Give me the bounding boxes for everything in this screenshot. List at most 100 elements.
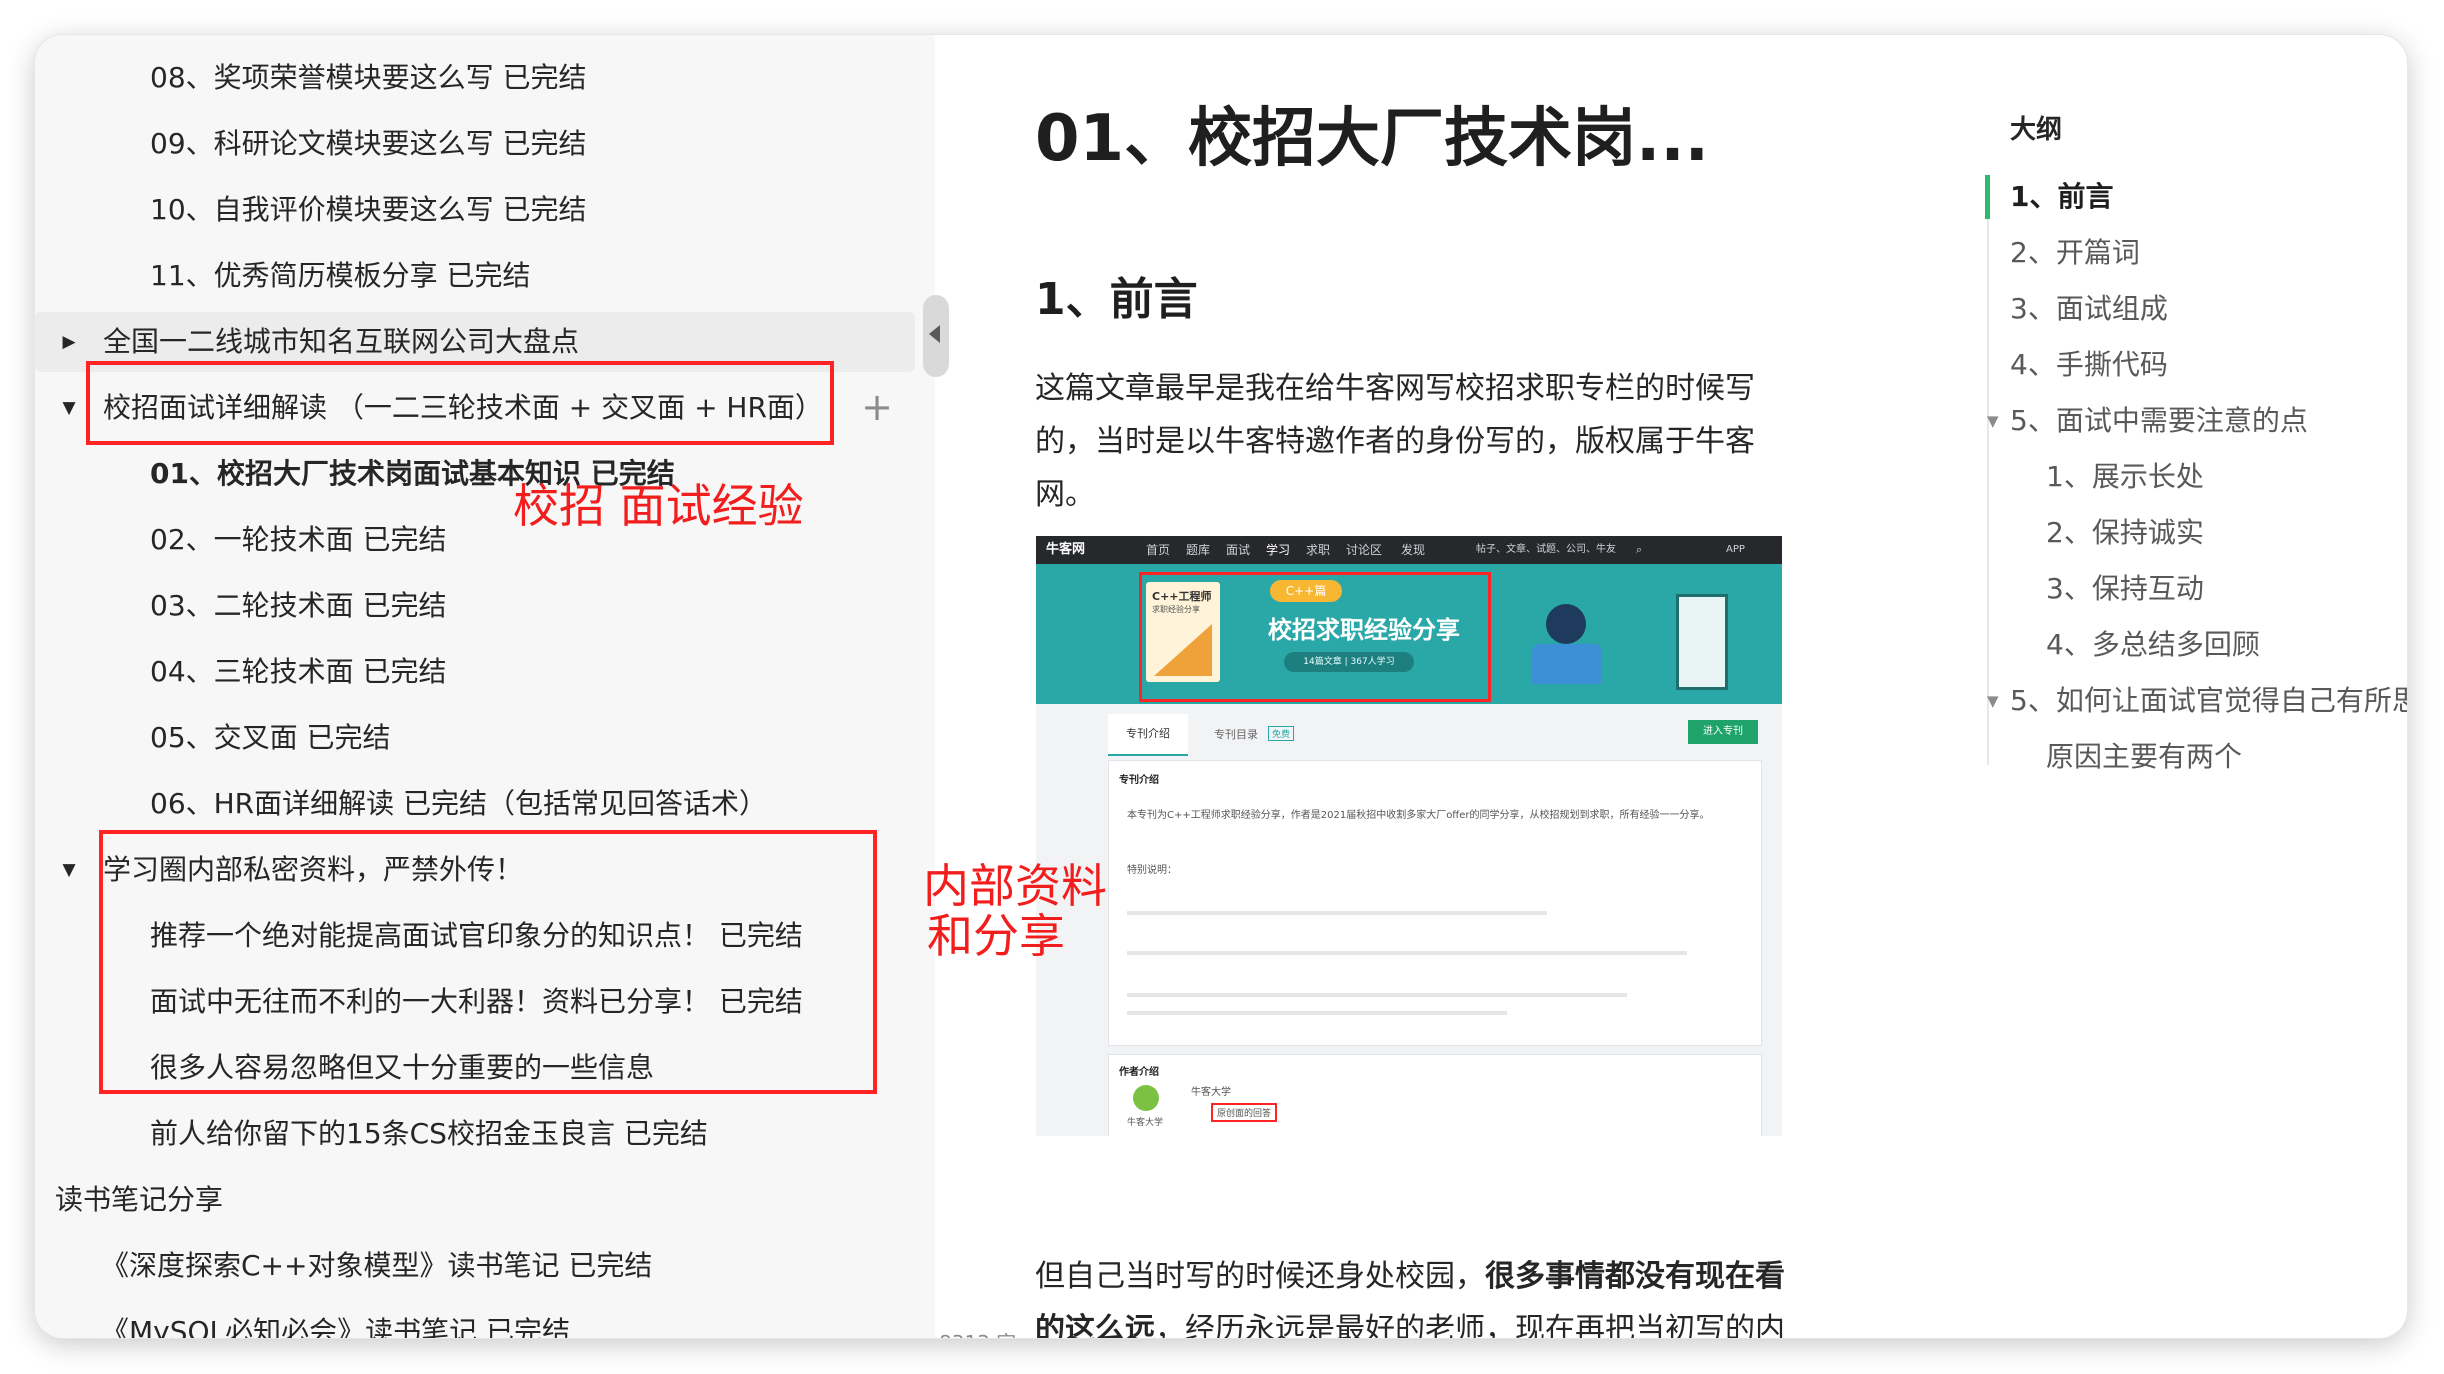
outline-item-notes[interactable]: 5、面试中需要注意的点: [2010, 393, 2308, 449]
collapse-left-icon: [929, 325, 940, 343]
sidebar-item-hr[interactable]: 06、HR面详细解读 已完结（包括常见回答话术）: [150, 774, 767, 834]
embedded-shelf-graphic: [1676, 594, 1728, 690]
embedded-section-author: 作者介绍: [1119, 1067, 1159, 1078]
paragraph-text: ，经历永远是最好的老师，现在再把当初写的内: [1155, 1312, 1785, 1338]
sidebar-item-awards[interactable]: 08、奖项荣誉模块要这么写 已完结: [150, 48, 587, 108]
embedded-search-hint: 帖子、文章、试题、公司、牛友: [1476, 544, 1616, 555]
annotation-label-interview: 校招 面试经验: [513, 479, 804, 533]
add-page-button[interactable]: +: [857, 387, 897, 427]
sidebar-item-label: 《MySQL必知必会》读书笔记 已完结: [101, 1315, 571, 1338]
embedded-highlight-box: [1139, 572, 1491, 702]
outline-panel: 大纲 1、前言 2、开篇词 3、面试组成 4、手撕代码 ▼ 5、面试中需要注意的…: [1925, 35, 2407, 1338]
collapse-arrow-icon[interactable]: ▼: [59, 378, 79, 438]
embedded-tab-toc: 专刊目录: [1214, 728, 1258, 741]
outline-item-thinking[interactable]: 5、如何让面试官觉得自己有所思考?: [2010, 673, 2407, 729]
embedded-nav-item: 求职: [1306, 543, 1331, 557]
outline-item-review[interactable]: 4、多总结多回顾: [2046, 617, 2260, 673]
embedded-author-name: 牛客大学: [1191, 1087, 1231, 1098]
embedded-nav-item: 发现: [1401, 543, 1426, 557]
sidebar-item-label: 03、二轮技术面 已完结: [150, 589, 447, 622]
sidebar-item-label: 10、自我评价模块要这么写 已完结: [150, 193, 587, 226]
embedded-text-line: [1127, 911, 1547, 915]
outline-item-opening[interactable]: 2、开篇词: [2010, 225, 2140, 281]
sidebar-item-round3[interactable]: 04、三轮技术面 已完结: [150, 642, 447, 702]
embedded-site-name: 牛客网: [1046, 542, 1086, 557]
embedded-app-label: APP: [1726, 544, 1745, 555]
sidebar-item-label: 05、交叉面 已完结: [150, 721, 391, 754]
outline-collapse-icon[interactable]: ▼: [1987, 393, 1999, 449]
embedded-nav-item: 讨论区: [1346, 543, 1383, 557]
outline-title: 大纲: [2010, 115, 2063, 145]
collapse-arrow-icon[interactable]: ▼: [59, 840, 79, 900]
app-window: 08、奖项荣誉模块要这么写 已完结 09、科研论文模块要这么写 已完结 10、自…: [35, 35, 2407, 1338]
sidebar-item-round1[interactable]: 02、一轮技术面 已完结: [150, 510, 447, 570]
document-body: 01、校招大厂技术岗... 1、前言 这篇文章最早是我在给牛客网写校招求职专栏的…: [935, 35, 1925, 1338]
paragraph-intro: 这篇文章最早是我在给牛客网写校招求职专栏的时候写的，当时是以牛客特邀作者的身份写…: [1035, 371, 1755, 512]
embedded-author-logo: [1133, 1085, 1159, 1111]
embedded-nav-item: 题库: [1186, 543, 1211, 557]
sidebar-item-label: 《深度探索C++对象模型》读书笔记 已完结: [101, 1249, 653, 1282]
embedded-nav-item: 学习: [1266, 543, 1291, 557]
embedded-nav-item: 面试: [1226, 543, 1251, 557]
sidebar-item-self-eval[interactable]: 10、自我评价模块要这么写 已完结: [150, 180, 587, 240]
page-title: 01、校招大厂技术岗...: [1035, 102, 1709, 176]
embedded-tab-intro: 专刊介绍: [1108, 714, 1188, 756]
outline-item-preface[interactable]: 1、前言: [2010, 169, 2113, 225]
sidebar-item-cpp-notes[interactable]: 《深度探索C++对象模型》读书笔记 已完结: [101, 1236, 652, 1296]
outline-item-strengths[interactable]: 1、展示长处: [2046, 449, 2204, 505]
embedded-join-button: 进入专刊: [1688, 720, 1758, 744]
annotation-label-internal-2: 和分享: [927, 909, 1065, 963]
embedded-tabs: 专刊介绍 专刊目录 免费 进入专刊: [1036, 704, 1782, 760]
sidebar-item-advice[interactable]: 前人给你留下的15条CS校招金玉良言 已完结: [150, 1104, 708, 1164]
expand-arrow-icon[interactable]: ▶: [59, 312, 79, 372]
sidebar-item-mysql-notes[interactable]: 《MySQL必知必会》读书笔记 已完结: [101, 1302, 570, 1338]
outline-item-interaction[interactable]: 3、保持互动: [2046, 561, 2204, 617]
sidebar-item-round2[interactable]: 03、二轮技术面 已完结: [150, 576, 447, 636]
annotation-box-interview: [86, 361, 834, 445]
embedded-text-line: [1127, 1011, 1507, 1015]
sidebar-item-cross[interactable]: 05、交叉面 已完结: [150, 708, 391, 768]
embedded-intro-text: 本专刊为C++工程师求职经验分享，作者是2021届秋招中收割多家大厂offer的…: [1127, 810, 1710, 821]
embedded-author-org: 牛客大学: [1127, 1118, 1164, 1128]
sidebar-item-label: 09、科研论文模块要这么写 已完结: [150, 127, 587, 160]
paragraph-text: 但自己当时写的时候还身处校园，: [1035, 1259, 1485, 1294]
embedded-screenshot: 牛客网 首页 题库 面试 学习 求职 讨论区 发现 帖子、文章、试题、公司、牛友…: [1036, 536, 1782, 1136]
annotation-label-internal-1: 内部资料: [923, 859, 1107, 913]
embedded-navbar: 牛客网 首页 题库 面试 学习 求职 讨论区 发现 帖子、文章、试题、公司、牛友…: [1036, 536, 1782, 564]
sidebar-item-label: 前人给你留下的15条CS校招金玉良言 已完结: [150, 1117, 708, 1150]
embedded-tab-badge: 免费: [1268, 726, 1295, 741]
paragraph-reflection: 但自己当时写的时候还身处校园，很多事情都没有现在看的这么远，经历永远是最好的老师…: [1035, 1250, 1795, 1338]
sidebar-item-label: 11、优秀简历模板分享 已完结: [150, 259, 531, 292]
sidebar-item-resume-templates[interactable]: 11、优秀简历模板分享 已完结: [150, 246, 531, 306]
embedded-intro-card: 专刊介绍 本专刊为C++工程师求职经验分享，作者是2021届秋招中收割多家大厂o…: [1108, 760, 1762, 1046]
sidebar-item-label: 02、一轮技术面 已完结: [150, 523, 447, 556]
embedded-text-line: [1127, 951, 1687, 955]
sidebar-collapse-handle[interactable]: [923, 295, 949, 377]
embedded-person-head: [1546, 604, 1586, 644]
outline-item-honesty[interactable]: 2、保持诚实: [2046, 505, 2204, 561]
sidebar-item-reading-notes[interactable]: 读书笔记分享: [55, 1170, 223, 1230]
sidebar-item-papers[interactable]: 09、科研论文模块要这么写 已完结: [150, 114, 587, 174]
outline-active-indicator: [1985, 175, 1990, 219]
outline-item-composition[interactable]: 3、面试组成: [2010, 281, 2168, 337]
embedded-nav-item: 首页: [1146, 543, 1171, 557]
embedded-section-intro: 专刊介绍: [1119, 775, 1159, 786]
embedded-author-card: 作者介绍 牛客大学 牛客大学 原创面的回答: [1108, 1054, 1762, 1136]
embedded-author-tag: 原创面的回答: [1211, 1103, 1278, 1122]
annotation-box-internal: [99, 830, 877, 1094]
word-count: 8313 字: [939, 1327, 1016, 1338]
embedded-search-icon: ⌕: [1636, 543, 1643, 556]
outline-item-reasons[interactable]: 原因主要有两个: [2046, 729, 2242, 785]
embedded-special-note: 特别说明：: [1127, 865, 1177, 876]
sidebar-item-label: 04、三轮技术面 已完结: [150, 655, 447, 688]
outline-collapse-icon[interactable]: ▼: [1987, 673, 1999, 729]
sidebar-item-label: 06、HR面详细解读 已完结（包括常见回答话术）: [150, 787, 768, 820]
embedded-text-line: [1127, 993, 1627, 997]
embedded-banner: C++工程师 求职经验分享 C++篇 校招求职经验分享 14篇文章 | 367人…: [1036, 564, 1782, 704]
section-heading: 1、前言: [1035, 274, 1198, 325]
sidebar-tree: 08、奖项荣誉模块要这么写 已完结 09、科研论文模块要这么写 已完结 10、自…: [35, 35, 936, 1338]
outline-item-coding[interactable]: 4、手撕代码: [2010, 337, 2168, 393]
sidebar-item-label: 08、奖项荣誉模块要这么写 已完结: [150, 61, 587, 94]
embedded-person-body: [1532, 644, 1602, 684]
sidebar-item-label: 读书笔记分享: [55, 1183, 224, 1216]
